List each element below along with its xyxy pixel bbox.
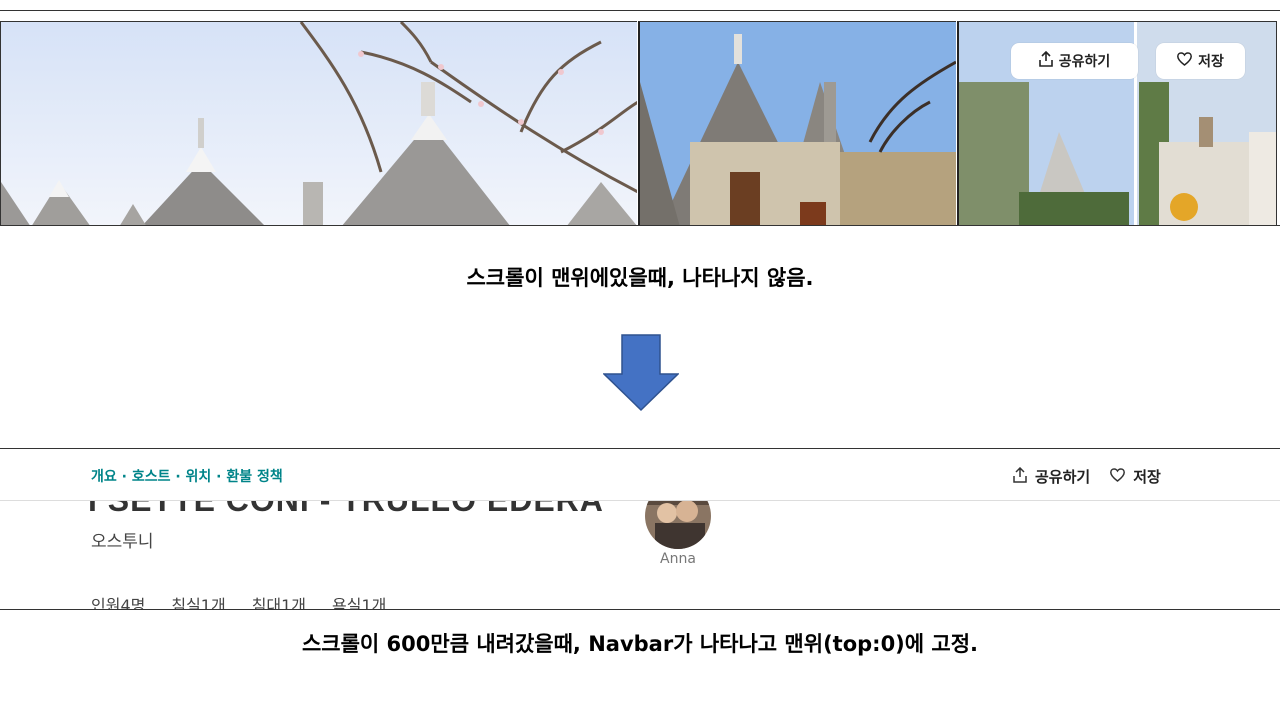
gallery-photo-main[interactable] [0,21,637,225]
save-label: 저장 [1198,54,1224,70]
stat-beds: 침대1개 [251,596,307,610]
nav-share-label: 공유하기 [1035,468,1091,486]
nav-save-button[interactable]: 저장 [1110,466,1161,487]
sticky-navbar-screenshot: I SETTE CONI - TRULLO EDERA 오스투니 Anna 인원… [0,448,1280,610]
stat-bedrooms: 침실1개 [171,596,226,610]
caption-bottom: 스크롤이 600만큼 내려갔을때, Navbar가 나타나고 맨위(top:0)… [301,632,979,656]
down-arrow-icon [603,334,679,412]
gallery-screenshot: 공유하기 저장 [0,10,1280,226]
share-label: 공유하기 [1058,54,1111,70]
heart-icon [1177,52,1193,70]
nav-section-links[interactable]: 개요 · 호스트 · 위치 · 환불 정책 [91,466,283,486]
gallery-share-button[interactable]: 공유하기 [1011,43,1138,79]
sticky-navbar: 개요 · 호스트 · 위치 · 환불 정책 공유하기 저장 [0,449,1280,501]
nav-save-label: 저장 [1133,468,1161,486]
stat-guests: 인원4명 [91,596,146,610]
nav-actions: 공유하기 저장 [1013,466,1161,487]
listing-location[interactable]: 오스투니 [91,527,154,552]
listing-stats: 인원4명 침실1개 침대1개 욕실1개 [91,592,387,610]
stat-baths: 욕실1개 [332,596,387,610]
heart-icon [1110,467,1126,486]
caption-top: 스크롤이 맨위에있을때, 나타나지 않음. [466,266,814,290]
share-icon [1013,466,1027,487]
host-name: Anna [660,551,696,567]
gallery-save-button[interactable]: 저장 [1156,43,1245,79]
gallery-photo-2[interactable] [638,21,956,225]
nav-share-button[interactable]: 공유하기 [1013,466,1090,487]
share-icon [1038,50,1053,71]
